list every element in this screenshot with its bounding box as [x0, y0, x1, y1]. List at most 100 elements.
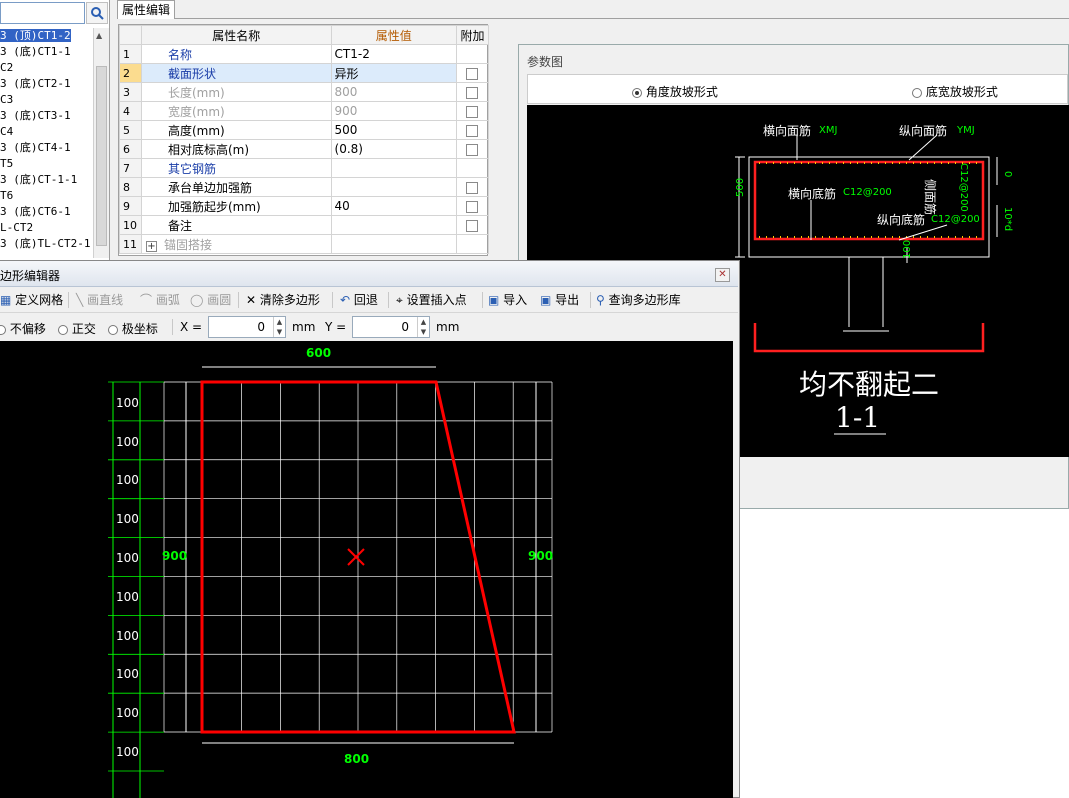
- tree-item[interactable]: L-CT2: [0, 220, 93, 236]
- tree-item[interactable]: 3 (底)TL-CT2-1: [0, 236, 93, 252]
- x-input[interactable]: 0 ▲ ▼: [208, 316, 286, 338]
- extra-checkbox[interactable]: [466, 124, 479, 137]
- scroll-thumb[interactable]: [96, 66, 107, 246]
- extra-checkbox[interactable]: [466, 67, 479, 80]
- row-dimension: 100: [116, 551, 139, 565]
- tree-item[interactable]: C3: [0, 92, 93, 108]
- extra-checkbox[interactable]: [466, 105, 479, 118]
- extra-checkbox[interactable]: [466, 219, 479, 232]
- prop-value[interactable]: [330, 158, 457, 178]
- table-row[interactable]: 11 + 锚固搭接: [119, 234, 490, 254]
- query-library-button[interactable]: ⚲ 查询多边形库: [596, 287, 681, 313]
- label-bottom-bar: 横向底筋: [788, 187, 837, 201]
- tree-item[interactable]: 3 (底)CT2-1: [0, 76, 93, 92]
- table-row[interactable]: 8 承台单边加强筋: [119, 177, 490, 197]
- clear-polygon-button[interactable]: ✕ 清除多边形: [246, 287, 320, 313]
- tree-item-label: (顶)CT1-2: [13, 29, 71, 42]
- tree-item[interactable]: C2: [0, 60, 93, 76]
- table-row[interactable]: 2 截面形状 异形: [119, 63, 490, 83]
- draw-line-button[interactable]: ╲ 画直线: [76, 287, 123, 313]
- param-figure-title: 参数图: [527, 55, 564, 69]
- tree-item[interactable]: T6: [0, 188, 93, 204]
- export-label: 导出: [555, 293, 580, 307]
- tree-item-label: (底)CT4-1: [13, 141, 71, 154]
- polygon-grid-drawing[interactable]: [0, 341, 733, 798]
- scroll-up-icon[interactable]: ▲: [96, 31, 102, 40]
- radio-ortho[interactable]: 正交: [58, 320, 96, 337]
- insert-point-button[interactable]: ⌖ 设置插入点: [396, 287, 467, 313]
- polygon-canvas[interactable]: 600 800 900 900 100 100 100 100 100 100 …: [0, 341, 733, 798]
- tree-item[interactable]: 3 (顶)CT1-2: [0, 28, 93, 44]
- extra-checkbox[interactable]: [466, 143, 479, 156]
- search-button[interactable]: [86, 2, 108, 24]
- y-value: 0: [401, 320, 409, 334]
- extra-checkbox[interactable]: [466, 86, 479, 99]
- prop-value[interactable]: CT1-2: [330, 44, 457, 64]
- table-row[interactable]: 4 宽度(mm) 900: [119, 101, 490, 121]
- tree-item-label: C4: [0, 125, 14, 138]
- prop-value[interactable]: [330, 215, 457, 235]
- extra-checkbox[interactable]: [466, 181, 479, 194]
- radio-polar[interactable]: 极坐标: [108, 320, 158, 337]
- draw-arc-label: 画弧: [155, 293, 180, 307]
- draw-arc-button[interactable]: ⌒ 画弧: [140, 287, 180, 313]
- y-spinner[interactable]: ▲ ▼: [417, 317, 429, 337]
- tree-item[interactable]: 3 (底)CT1-1: [0, 44, 93, 60]
- close-button[interactable]: ✕: [715, 268, 730, 282]
- coordinate-bar: 不偏移 正交 极坐标 X = 0 ▲ ▼ mm Y = 0 ▲ ▼ mm: [0, 313, 738, 341]
- radio-selected-icon: [632, 87, 642, 98]
- x-unit: mm: [292, 320, 316, 334]
- prop-name: 备注: [140, 215, 332, 235]
- prop-value[interactable]: 500: [330, 120, 457, 140]
- tree-item[interactable]: C4: [0, 124, 93, 140]
- import-button[interactable]: ▣ 导入: [488, 287, 527, 313]
- radio-bottom-width-slope[interactable]: 底宽放坡形式: [912, 83, 998, 100]
- tree-search-input[interactable]: [0, 2, 85, 24]
- tree-scrollbar[interactable]: ▲: [93, 28, 109, 258]
- expand-icon[interactable]: +: [145, 240, 157, 252]
- y-input[interactable]: 0 ▲ ▼: [352, 316, 430, 338]
- radio-no-offset[interactable]: 不偏移: [0, 320, 46, 337]
- polygon-editor-titlebar: 多边形编辑器: [0, 261, 738, 287]
- tree-item[interactable]: 3 (底)CT3-1: [0, 108, 93, 124]
- undo-button[interactable]: ↶ 回退: [340, 287, 378, 313]
- table-row[interactable]: 1 名称 CT1-2: [119, 44, 490, 64]
- clear-polygon-label: 清除多边形: [259, 293, 320, 307]
- tab-property-edit[interactable]: 属性编辑: [117, 0, 175, 19]
- tree-item[interactable]: 3 (底)CT4-1: [0, 140, 93, 156]
- tree-item[interactable]: 3 (底)CT6-1: [0, 204, 93, 220]
- prop-value[interactable]: [330, 177, 457, 197]
- define-grid-button[interactable]: ▦ 定义网格: [0, 287, 63, 313]
- label-top-bar: 横向面筋: [763, 124, 812, 138]
- prop-value[interactable]: 800: [330, 82, 457, 102]
- label-long-bottom-code: C12@200: [931, 214, 980, 225]
- table-row[interactable]: 10 备注: [119, 215, 490, 235]
- tree-item-prefix: 3: [0, 77, 14, 90]
- prop-value[interactable]: 40: [330, 196, 457, 216]
- table-row[interactable]: 6 相对底标高(m) (0.8): [119, 139, 490, 159]
- table-row[interactable]: 7 其它钢筋: [119, 158, 490, 178]
- row-number: 2: [119, 63, 142, 83]
- tree-item-label: (底)CT1-1: [13, 45, 71, 58]
- row-dimension: 100: [116, 667, 139, 681]
- toolbar-divider: [172, 319, 173, 335]
- extra-checkbox[interactable]: [466, 200, 479, 213]
- table-row[interactable]: 3 长度(mm) 800: [119, 82, 490, 102]
- name-header: 属性名称: [140, 25, 332, 45]
- export-button[interactable]: ▣ 导出: [540, 287, 579, 313]
- x-spinner[interactable]: ▲ ▼: [273, 317, 285, 337]
- table-row[interactable]: 9 加强筋起步(mm) 40: [119, 196, 490, 216]
- table-row[interactable]: 5 高度(mm) 500: [119, 120, 490, 140]
- tree-item-prefix: 3: [0, 141, 14, 154]
- x-label: X =: [180, 320, 203, 334]
- radio-angle-slope[interactable]: 角度放坡形式: [632, 83, 718, 100]
- tree-item[interactable]: T5: [0, 156, 93, 172]
- toolbar-divider: [68, 292, 69, 308]
- prop-value[interactable]: (0.8): [330, 139, 457, 159]
- prop-value[interactable]: [330, 234, 457, 254]
- row-dimension: 100: [116, 435, 139, 449]
- tree-item[interactable]: 3 (底)CT-1-1: [0, 172, 93, 188]
- prop-value[interactable]: 900: [330, 101, 457, 121]
- draw-circle-button[interactable]: ◯ 画圆: [190, 287, 231, 313]
- prop-value[interactable]: 异形: [330, 63, 457, 83]
